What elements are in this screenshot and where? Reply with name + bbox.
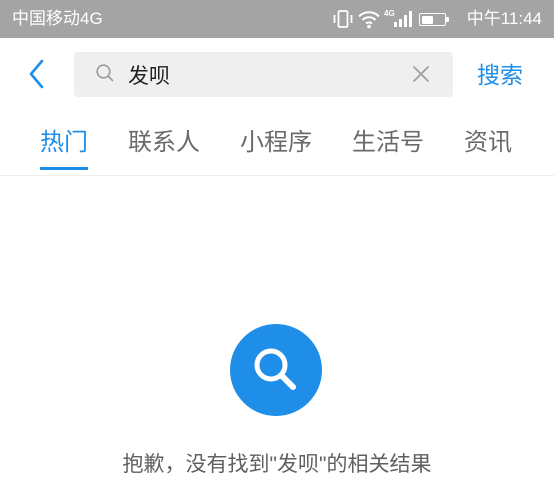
search-icon bbox=[254, 348, 296, 390]
signal-icon: 4G bbox=[384, 9, 414, 29]
tab-contacts[interactable]: 联系人 bbox=[128, 129, 200, 157]
battery-nub bbox=[446, 17, 449, 22]
battery-level-fill bbox=[421, 15, 433, 24]
search-box[interactable] bbox=[74, 52, 453, 97]
close-icon[interactable] bbox=[411, 64, 431, 84]
vibrate-icon bbox=[333, 10, 353, 28]
tab-label: 小程序 bbox=[240, 129, 312, 156]
search-submit-button[interactable]: 搜索 bbox=[477, 61, 523, 89]
search-input[interactable] bbox=[128, 52, 396, 97]
battery-shell bbox=[419, 13, 446, 26]
tab-hot[interactable]: 热门 bbox=[40, 129, 88, 170]
wifi-icon bbox=[358, 11, 380, 29]
tab-label: 联系人 bbox=[128, 129, 200, 156]
clock-time: 中午11:44 bbox=[466, 9, 542, 28]
status-bar: 中国移动4G 4G 中午11:44 bbox=[0, 0, 554, 38]
tab-news[interactable]: 资讯 bbox=[464, 129, 512, 157]
tab-active-underline bbox=[40, 167, 88, 170]
tab-life-accounts[interactable]: 生活号 bbox=[352, 129, 424, 157]
tab-mini-programs[interactable]: 小程序 bbox=[240, 129, 312, 157]
back-button[interactable] bbox=[26, 58, 48, 90]
carrier-label: 中国移动4G bbox=[12, 9, 103, 28]
tab-label: 资讯 bbox=[464, 129, 512, 156]
empty-state-search-icon bbox=[230, 324, 322, 416]
battery-icon bbox=[419, 9, 451, 29]
empty-state-message: 抱歉，没有找到"发呗"的相关结果 bbox=[122, 453, 432, 476]
tabs-divider bbox=[0, 175, 554, 176]
chevron-left-icon bbox=[29, 59, 44, 89]
tab-label: 生活号 bbox=[352, 129, 424, 156]
signal-bars-icon bbox=[394, 11, 412, 27]
tab-label: 热门 bbox=[40, 129, 88, 156]
search-icon bbox=[96, 64, 114, 82]
category-tabs: 热门 联系人 小程序 生活号 资讯 bbox=[40, 129, 512, 170]
